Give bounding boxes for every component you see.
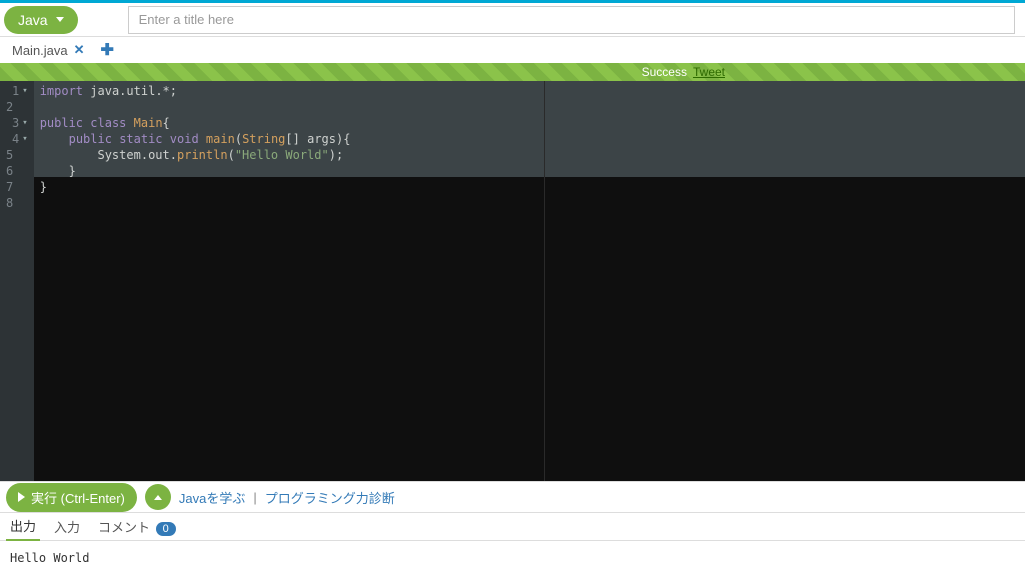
status-text: Success — [642, 65, 687, 79]
chevron-up-icon — [154, 495, 162, 500]
run-toolbar: 実行 (Ctrl-Enter) Javaを学ぶ | プログラミング力診断 — [0, 481, 1025, 513]
run-button[interactable]: 実行 (Ctrl-Enter) — [6, 483, 137, 512]
code-content[interactable]: import java.util.*; public class Main{ p… — [34, 81, 1025, 211]
io-tabs: 出力 入力 コメント 0 — [0, 513, 1025, 541]
run-button-label: 実行 (Ctrl-Enter) — [31, 488, 125, 507]
language-label: Java — [18, 12, 48, 28]
link-separator: | — [253, 490, 256, 505]
tab-comment[interactable]: コメント 0 — [94, 513, 180, 540]
run-options-button[interactable] — [145, 484, 171, 510]
tab-comment-label: コメント — [98, 520, 150, 535]
comment-count-badge: 0 — [156, 522, 176, 536]
file-tab-label: Main.java — [12, 43, 68, 58]
code-editor[interactable]: 1 ▾2 3 ▾4 ▾5 6 7 8 import java.util.*; p… — [0, 81, 1025, 481]
output-panel: Hello World — [0, 541, 1025, 575]
header-row: Java — [0, 3, 1025, 37]
tweet-link[interactable]: Tweet — [693, 65, 725, 79]
play-icon — [18, 492, 25, 502]
learn-java-link[interactable]: Javaを学ぶ — [179, 488, 245, 507]
add-tab-button[interactable]: ✚ — [101, 40, 114, 60]
editor-gutter: 1 ▾2 3 ▾4 ▾5 6 7 8 — [0, 81, 34, 481]
status-bar: Success Tweet — [0, 63, 1025, 81]
chevron-down-icon — [56, 17, 64, 22]
language-selector[interactable]: Java — [4, 6, 78, 34]
programming-diagnosis-link[interactable]: プログラミング力診断 — [265, 488, 395, 507]
tab-output[interactable]: 出力 — [6, 512, 40, 541]
file-tabs-row: Main.java ✕ ✚ — [0, 37, 1025, 63]
close-icon[interactable]: ✕ — [74, 42, 85, 58]
editor-code-area[interactable]: import java.util.*; public class Main{ p… — [34, 81, 1025, 481]
file-tab[interactable]: Main.java ✕ — [8, 40, 89, 60]
tab-input[interactable]: 入力 — [50, 513, 84, 540]
title-input[interactable] — [128, 6, 1015, 34]
